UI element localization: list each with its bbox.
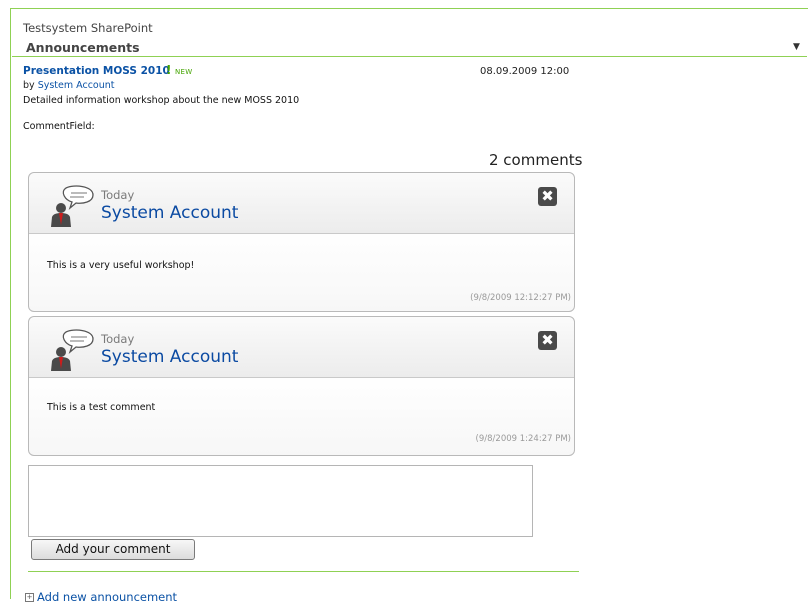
title-divider [12,56,807,57]
comment-timestamp: (9/8/2009 1:24:27 PM) [475,434,571,444]
comments-count: 2 comments [489,151,583,169]
announcement-byline: by System Account [23,80,115,91]
comment-header: Today System Account ✖ [29,317,574,378]
add-new-announcement-link[interactable]: Add new announcement [37,590,177,604]
comment-when: Today [101,188,135,202]
announcement-date: 08.09.2009 12:00 [480,66,570,77]
comment-field-label: CommentField: [23,121,95,132]
new-indicator-icon: ! [166,63,172,77]
site-title: Testsystem SharePoint [23,21,153,35]
comment-card: Today System Account ✖ This is a test co… [28,316,575,456]
byline-prefix: by [23,80,35,91]
new-label: NEW [175,68,193,76]
announcement-body: Detailed information workshop about the … [23,95,300,106]
webpart-title[interactable]: Announcements [26,40,140,55]
author-link[interactable]: System Account [38,80,115,91]
add-icon[interactable]: + [25,593,34,602]
comment-card: Today System Account ✖ This is a very us… [28,172,575,312]
comment-textarea[interactable] [28,465,533,537]
bottom-divider [28,571,579,572]
user-comment-icon [51,329,94,371]
close-icon[interactable]: ✖ [538,331,557,350]
comment-text: This is a test comment [47,402,156,413]
comment-timestamp: (9/8/2009 12:12:27 PM) [470,293,571,303]
comment-author[interactable]: System Account [101,203,238,223]
user-comment-icon [51,185,94,227]
webpart-menu-icon[interactable]: ▼ [793,42,800,52]
comment-author[interactable]: System Account [101,347,238,367]
comment-text: This is a very useful workshop! [47,260,195,271]
add-comment-button[interactable]: Add your comment [31,539,195,560]
comment-when: Today [101,332,135,346]
announcement-title-link[interactable]: Presentation MOSS 2010 [23,65,170,77]
comment-header: Today System Account ✖ [29,173,574,234]
close-icon[interactable]: ✖ [538,187,557,206]
